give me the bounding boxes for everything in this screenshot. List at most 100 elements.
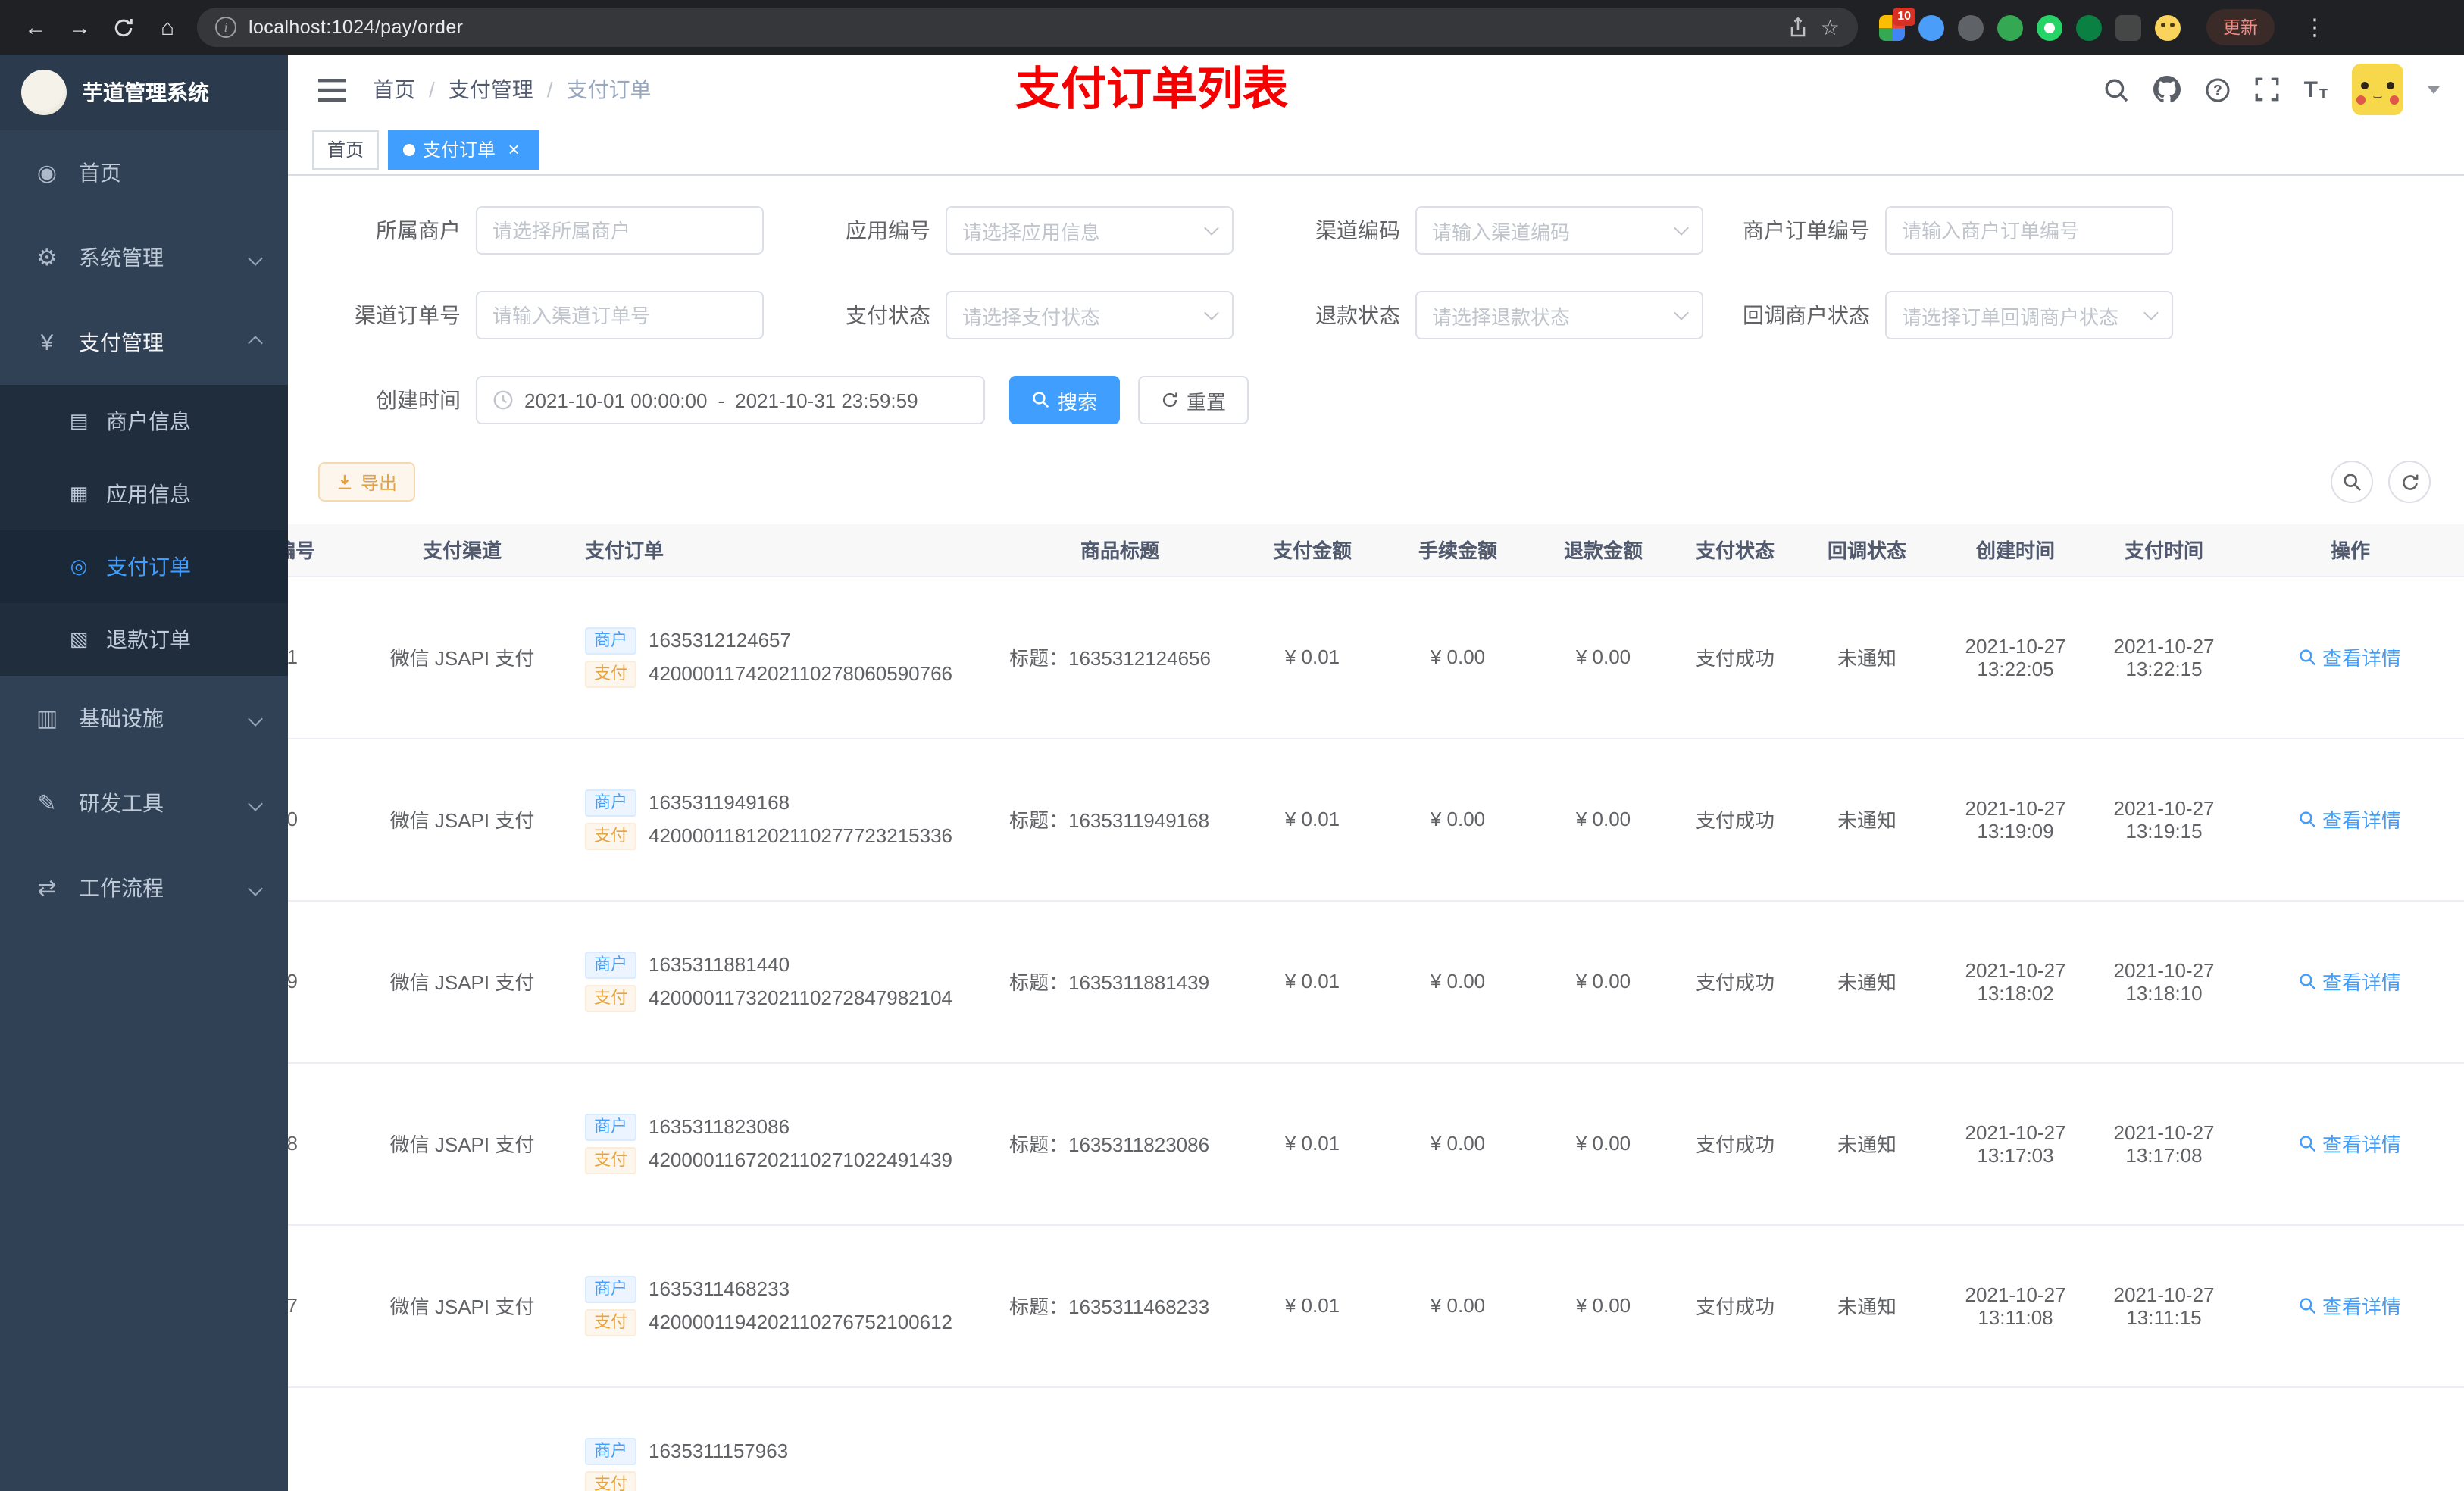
col-header-notify-status: 回调状态 — [1794, 524, 1940, 577]
create-time-cell: 2021-10-27 13:18:02 — [1940, 900, 2091, 1063]
active-dot — [403, 143, 416, 155]
sidebar-item-pay[interactable]: ¥ 支付管理 — [0, 300, 288, 385]
sidebar-item-infra[interactable]: ▥ 基础设施 — [0, 676, 288, 761]
font-size-icon[interactable]: TT — [2304, 78, 2328, 101]
create-time-range-picker[interactable]: 2021-10-01 00:00:00 - 2021-10-31 23:59:5… — [476, 376, 985, 424]
app-logo: 芋道管理系统 — [0, 55, 288, 130]
view-detail-link[interactable]: 查看详情 — [2300, 642, 2401, 671]
fee-amount-cell — [1385, 1386, 1531, 1491]
refund-amount-cell: ¥ 0.00 — [1531, 900, 1676, 1063]
sidebar-menu: ◉ 首页 ⚙ 系统管理 ¥ 支付管理 ▤ 商户信息 ▦ 应用信息 ◎ 支付订单 … — [0, 130, 288, 930]
sidebar-item-system[interactable]: ⚙ 系统管理 — [0, 215, 288, 300]
breadcrumb-home[interactable]: 首页 — [373, 74, 415, 105]
browser-back-icon[interactable]: ← — [15, 7, 56, 48]
chevron-down-icon — [1204, 305, 1219, 320]
goods-title-cell: 标题：1635311823086 — [1000, 1062, 1240, 1225]
refund-status-filter-select[interactable]: 请选择退款状态 — [1415, 291, 1703, 339]
site-info-icon[interactable]: i — [215, 17, 236, 38]
app-no-filter-select[interactable]: 请选择应用信息 — [946, 206, 1234, 255]
channel-order-no-filter-input[interactable] — [476, 291, 764, 339]
toggle-search-button[interactable] — [2331, 461, 2373, 503]
close-icon[interactable]: × — [503, 139, 524, 160]
sidebar-item-devtools[interactable]: ✎ 研发工具 — [0, 761, 288, 846]
search-button[interactable]: 搜索 — [1009, 376, 1121, 424]
extension-icon-5[interactable] — [2037, 14, 2062, 40]
fullscreen-icon[interactable] — [2256, 77, 2280, 102]
table-header-row: 编号 支付渠道 支付订单 商品标题 支付金额 手续金额 退款金额 支付状态 回调… — [288, 524, 2464, 577]
search-icon[interactable] — [2104, 77, 2130, 102]
sidebar-item-app-info[interactable]: ▦ 应用信息 — [0, 458, 288, 530]
pay-status-filter-select[interactable]: 请选择支付状态 — [946, 291, 1234, 339]
extension-icon-2[interactable] — [1918, 14, 1944, 40]
logo-avatar — [21, 70, 67, 115]
goods-title-cell: 标题：1635312124656 — [1000, 576, 1240, 739]
breadcrumb-pay-management[interactable]: 支付管理 — [449, 74, 533, 105]
sidebar-item-home[interactable]: ◉ 首页 — [0, 130, 288, 215]
pay-status-cell: 支付成功 — [1676, 576, 1794, 739]
viewport: ← → ⌂ i localhost:1024/pay/order ☆ 10 更新… — [0, 0, 2464, 1491]
refund-amount-cell: ¥ 0.00 — [1531, 738, 1676, 901]
share-icon[interactable] — [1789, 17, 1809, 38]
export-button[interactable]: 导出 — [318, 462, 416, 502]
col-header-pay-status: 支付状态 — [1676, 524, 1794, 577]
browser-update-button[interactable]: 更新 — [2206, 9, 2275, 45]
merchant-tag: 商户 — [585, 1437, 636, 1464]
chevron-up-icon — [248, 335, 263, 350]
channel-pay-no: 4200001181202110277723215336 — [649, 824, 953, 847]
github-icon[interactable] — [2153, 76, 2181, 103]
extension-icon-1[interactable]: 10 — [1879, 7, 1915, 40]
browser-forward-icon[interactable]: → — [59, 7, 100, 48]
pay-tag: 支付 — [585, 984, 636, 1011]
browser-chrome: ← → ⌂ i localhost:1024/pay/order ☆ 10 更新… — [0, 0, 2464, 55]
extension-icon-4[interactable] — [1997, 14, 2023, 40]
view-detail-link[interactable]: 查看详情 — [2300, 967, 2401, 996]
breadcrumb: 首页 / 支付管理 / 支付订单 — [373, 74, 652, 105]
reset-button[interactable]: 重置 — [1138, 376, 1249, 424]
dashboard-icon: ◉ — [36, 161, 58, 186]
extension-icon-6[interactable] — [2076, 14, 2102, 40]
caret-down-icon[interactable] — [2428, 86, 2440, 93]
refund-doc-icon: ▧ — [69, 627, 89, 650]
extension-icon-3[interactable] — [1958, 14, 1984, 40]
actions-cell — [2237, 1386, 2464, 1491]
hamburger-icon[interactable] — [306, 75, 358, 104]
view-detail-link[interactable]: 查看详情 — [2300, 1129, 2401, 1158]
table-row: 商户 1635311157963 支付 — [288, 1386, 2464, 1491]
tab-pay-order[interactable]: 支付订单 × — [388, 130, 540, 169]
channel-pay-no: 4200001167202110271022491439 — [649, 1149, 953, 1171]
browser-menu-icon[interactable]: ⋮ — [2297, 14, 2332, 41]
app-header: 首页 / 支付管理 / 支付订单 支付订单列表 ? T T — [288, 55, 2464, 124]
browser-home-icon[interactable]: ⌂ — [147, 7, 188, 48]
extension-icon-7[interactable] — [2115, 14, 2141, 40]
merchant-filter-input[interactable] — [476, 206, 764, 255]
browser-reload-icon[interactable] — [103, 7, 144, 48]
filter-label: 商户订单编号 — [1743, 218, 1870, 242]
pay-time-cell — [2091, 1386, 2237, 1491]
chevron-down-icon — [248, 711, 263, 726]
bookmark-star-icon[interactable]: ☆ — [1821, 14, 1840, 40]
user-avatar[interactable] — [2352, 64, 2403, 115]
sidebar-item-pay-order[interactable]: ◎ 支付订单 — [0, 530, 288, 603]
chevron-down-icon — [1674, 220, 1689, 236]
filter-label: 所属商户 — [376, 218, 461, 242]
yen-icon: ¥ — [40, 330, 54, 355]
sidebar-item-workflow[interactable]: ⇄ 工作流程 — [0, 846, 288, 930]
url-bar[interactable]: i localhost:1024/pay/order ☆ — [197, 8, 1858, 47]
refresh-button[interactable] — [2388, 461, 2431, 503]
sidebar: 芋道管理系统 ◉ 首页 ⚙ 系统管理 ¥ 支付管理 ▤ 商户信息 ▦ 应用信息 … — [0, 55, 288, 1491]
sidebar-item-merchant-info[interactable]: ▤ 商户信息 — [0, 385, 288, 458]
channel-code-filter-select[interactable]: 请输入渠道编码 — [1415, 206, 1703, 255]
extension-icon-8[interactable] — [2155, 14, 2181, 40]
view-detail-link[interactable]: 查看详情 — [2300, 1291, 2401, 1320]
notify-status-filter-select[interactable]: 请选择订单回调商户状态 — [1885, 291, 2173, 339]
view-detail-link[interactable]: 查看详情 — [2300, 805, 2401, 833]
sidebar-item-refund-order[interactable]: ▧ 退款订单 — [0, 603, 288, 676]
merchant-order-no-filter-input[interactable] — [1885, 206, 2173, 255]
help-icon[interactable]: ? — [2206, 77, 2231, 102]
merchant-order-no: 1635312124657 — [649, 629, 791, 652]
filter-label: 退款状态 — [1315, 303, 1400, 327]
pay-order-cell: 商户 1635311949168 支付 42000011812021102777… — [576, 738, 1000, 901]
chevron-down-icon — [248, 880, 263, 896]
notify-status-cell — [1794, 1386, 1940, 1491]
tab-home[interactable]: 首页 — [312, 130, 380, 169]
